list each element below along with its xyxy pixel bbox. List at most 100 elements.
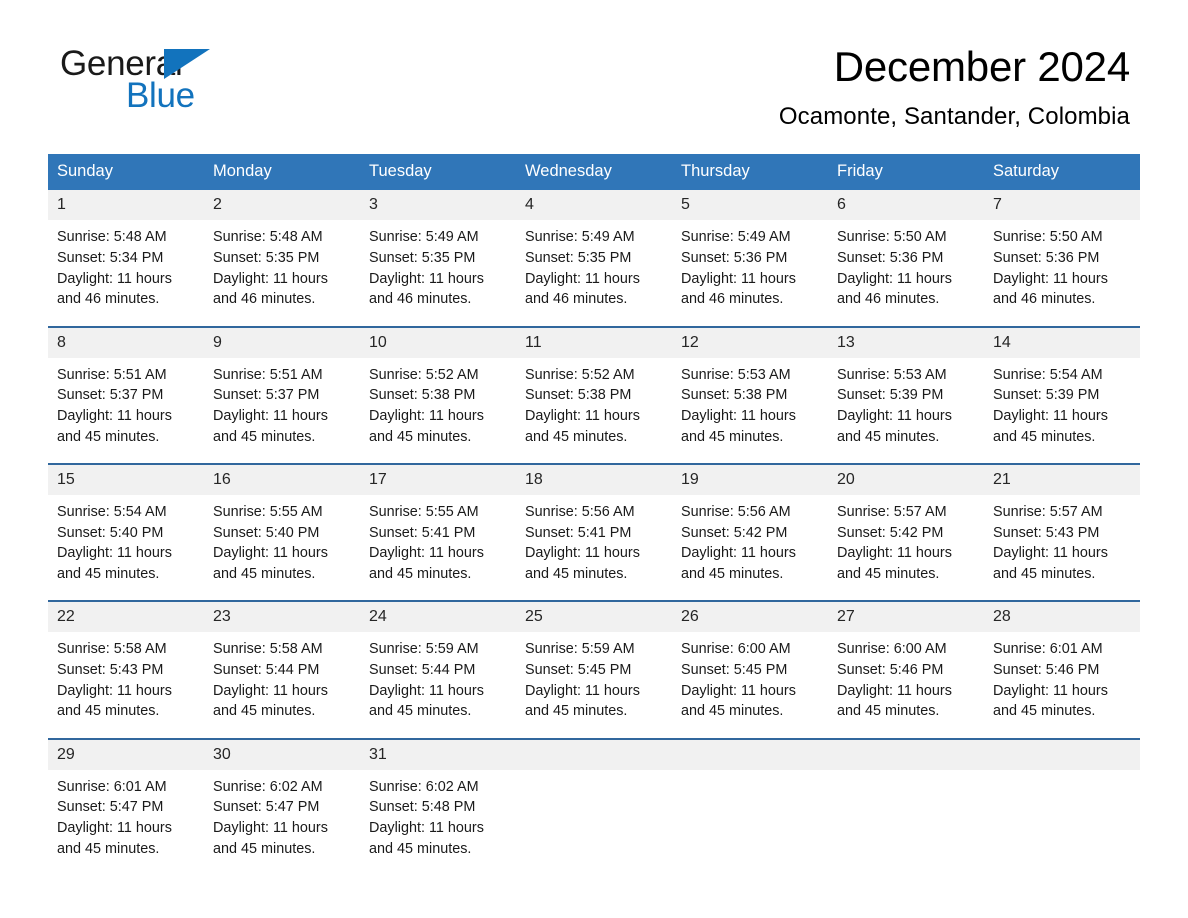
- calendar-day-cell[interactable]: 15 Sunrise: 5:54 AM Sunset: 5:40 PM Dayligh…: [48, 463, 204, 602]
- sunrise-text: Sunrise: 5:56 AM: [681, 504, 791, 521]
- day-sun-info: Sunrise: 5:52 AM Sunset: 5:38 PM Daylight:…: [516, 358, 672, 463]
- title-block: December 2024 Ocamonte, Santander, Colom…: [258, 44, 1130, 131]
- calendar-day-cell[interactable]: 29 Sunrise: 6:01 AM Sunset: 5:47 PM Dayligh…: [48, 737, 204, 876]
- calendar-day-cell[interactable]: 4 Sunrise: 5:49 AM Sunset: 5:35 PM Daylight…: [516, 190, 672, 326]
- sunrise-text: Sunrise: 6:00 AM: [681, 641, 791, 658]
- weekday-header-tuesday: Tuesday: [360, 154, 516, 191]
- day-sun-info: Sunrise: 5:57 AM Sunset: 5:43 PM Daylight:…: [984, 495, 1140, 600]
- day-number: 9: [204, 327, 360, 358]
- sunrise-text: Sunrise: 6:02 AM: [369, 778, 479, 795]
- calendar-day-cell[interactable]: 8 Sunrise: 5:51 AM Sunset: 5:37 PM Daylight…: [48, 325, 204, 465]
- sunset-text: Sunset: 5:34 PM: [57, 249, 164, 266]
- day-sun-info: Sunrise: 6:01 AM Sunset: 5:47 PM Daylight:…: [48, 770, 204, 875]
- calendar-day-cell[interactable]: 21 Sunrise: 5:57 AM Sunset: 5:43 PM Dayligh…: [984, 463, 1140, 602]
- sunset-text: Sunset: 5:36 PM: [837, 249, 944, 266]
- calendar-day-cell[interactable]: 13 Sunrise: 5:53 AM Sunset: 5:39 PM Dayligh…: [828, 325, 984, 465]
- day-sun-info: Sunrise: 5:51 AM Sunset: 5:37 PM Daylight:…: [48, 358, 204, 463]
- day-number: 3: [360, 190, 516, 221]
- sunset-text: Sunset: 5:43 PM: [57, 662, 164, 679]
- calendar-day-cell-empty: [828, 737, 984, 876]
- sunset-text: Sunset: 5:39 PM: [993, 387, 1100, 404]
- weekday-header-friday: Friday: [828, 154, 984, 191]
- calendar-day-cell[interactable]: 19 Sunrise: 5:56 AM Sunset: 5:42 PM Dayligh…: [672, 463, 828, 602]
- calendar-day-cell[interactable]: 17 Sunrise: 5:55 AM Sunset: 5:41 PM Dayligh…: [360, 463, 516, 602]
- day-number: 10: [360, 327, 516, 358]
- day-number: 31: [360, 739, 516, 770]
- calendar-container: Sunday Monday Tuesday Wednesday Thursday Frid…: [48, 154, 1140, 876]
- day-sun-info: Sunrise: 5:59 AM Sunset: 5:45 PM Daylight:…: [516, 632, 672, 737]
- day-number: 17: [360, 465, 516, 496]
- calendar-day-cell[interactable]: 9 Sunrise: 5:51 AM Sunset: 5:37 PM Daylight…: [204, 325, 360, 465]
- calendar-day-cell[interactable]: 22 Sunrise: 5:58 AM Sunset: 5:43 PM Dayligh…: [48, 600, 204, 739]
- day-number: [672, 739, 828, 770]
- sunrise-text: Sunrise: 5:56 AM: [525, 504, 635, 521]
- daylight-text: Daylight: 11 hours and 45 minutes.: [993, 407, 1108, 445]
- sunset-text: Sunset: 5:44 PM: [369, 662, 476, 679]
- daylight-text: Daylight: 11 hours and 45 minutes.: [681, 407, 796, 445]
- day-number: 19: [672, 465, 828, 496]
- calendar-day-cell[interactable]: 16 Sunrise: 5:55 AM Sunset: 5:40 PM Dayligh…: [204, 463, 360, 602]
- weekday-header-sunday: Sunday: [48, 154, 204, 191]
- sunset-text: Sunset: 5:39 PM: [837, 387, 944, 404]
- calendar-day-cell[interactable]: 3 Sunrise: 5:49 AM Sunset: 5:35 PM Daylight…: [360, 190, 516, 326]
- sunrise-text: Sunrise: 5:57 AM: [993, 504, 1103, 521]
- day-sun-info: Sunrise: 5:49 AM Sunset: 5:35 PM Daylight:…: [360, 220, 516, 325]
- daylight-text: Daylight: 11 hours and 45 minutes.: [57, 820, 172, 857]
- calendar-day-cell[interactable]: 11 Sunrise: 5:52 AM Sunset: 5:38 PM Dayligh…: [516, 325, 672, 465]
- calendar-day-cell[interactable]: 26 Sunrise: 6:00 AM Sunset: 5:45 PM Dayligh…: [672, 600, 828, 739]
- calendar-day-cell[interactable]: 18 Sunrise: 5:56 AM Sunset: 5:41 PM Dayligh…: [516, 463, 672, 602]
- calendar-day-cell[interactable]: 20 Sunrise: 5:57 AM Sunset: 5:42 PM Dayligh…: [828, 463, 984, 602]
- calendar-day-cell[interactable]: 31 Sunrise: 6:02 AM Sunset: 5:48 PM Dayligh…: [360, 737, 516, 876]
- calendar-day-cell[interactable]: 14 Sunrise: 5:54 AM Sunset: 5:39 PM Dayligh…: [984, 325, 1140, 465]
- day-number: 14: [984, 327, 1140, 358]
- calendar-day-cell[interactable]: 2 Sunrise: 5:48 AM Sunset: 5:35 PM Daylight…: [204, 190, 360, 326]
- day-sun-info: Sunrise: 5:53 AM Sunset: 5:38 PM Daylight:…: [672, 358, 828, 463]
- day-sun-info: Sunrise: 5:56 AM Sunset: 5:41 PM Daylight:…: [516, 495, 672, 600]
- calendar-week-row: 22 Sunrise: 5:58 AM Sunset: 5:43 PM Dayligh…: [48, 600, 1140, 739]
- day-number: 22: [48, 602, 204, 633]
- generalblue-logo: General Blue: [58, 44, 258, 116]
- day-sun-info: Sunrise: 6:00 AM Sunset: 5:45 PM Daylight:…: [672, 632, 828, 737]
- daylight-text: Daylight: 11 hours and 46 minutes.: [681, 270, 796, 308]
- sunset-text: Sunset: 5:42 PM: [681, 524, 788, 541]
- daylight-text: Daylight: 11 hours and 45 minutes.: [57, 407, 172, 445]
- sunset-text: Sunset: 5:35 PM: [525, 249, 632, 266]
- daylight-text: Daylight: 11 hours and 45 minutes.: [837, 407, 952, 445]
- daylight-text: Daylight: 11 hours and 45 minutes.: [681, 545, 796, 582]
- daylight-text: Daylight: 11 hours and 45 minutes.: [993, 682, 1108, 720]
- calendar-day-cell[interactable]: 6 Sunrise: 5:50 AM Sunset: 5:36 PM Daylight…: [828, 190, 984, 326]
- weekday-header-monday: Monday: [204, 154, 360, 191]
- daylight-text: Daylight: 11 hours and 45 minutes.: [213, 682, 328, 720]
- calendar-day-cell[interactable]: 24 Sunrise: 5:59 AM Sunset: 5:44 PM Dayligh…: [360, 600, 516, 739]
- calendar-day-cell[interactable]: 27 Sunrise: 6:00 AM Sunset: 5:46 PM Dayligh…: [828, 600, 984, 739]
- day-number: 11: [516, 327, 672, 358]
- sunrise-text: Sunrise: 5:58 AM: [213, 641, 323, 658]
- sunset-text: Sunset: 5:47 PM: [213, 799, 320, 816]
- calendar-day-cell[interactable]: 28 Sunrise: 6:01 AM Sunset: 5:46 PM Dayligh…: [984, 600, 1140, 739]
- day-sun-info: Sunrise: 6:02 AM Sunset: 5:48 PM Daylight:…: [360, 770, 516, 875]
- daylight-text: Daylight: 11 hours and 46 minutes.: [369, 270, 484, 308]
- day-sun-info: Sunrise: 5:48 AM Sunset: 5:34 PM Daylight:…: [48, 220, 204, 325]
- daylight-text: Daylight: 11 hours and 45 minutes.: [525, 682, 640, 720]
- day-sun-info: Sunrise: 5:49 AM Sunset: 5:36 PM Daylight:…: [672, 220, 828, 325]
- sunset-text: Sunset: 5:42 PM: [837, 524, 944, 541]
- calendar-day-cell[interactable]: 25 Sunrise: 5:59 AM Sunset: 5:45 PM Dayligh…: [516, 600, 672, 739]
- sunset-text: Sunset: 5:35 PM: [213, 249, 320, 266]
- sunset-text: Sunset: 5:41 PM: [369, 524, 476, 541]
- daylight-text: Daylight: 11 hours and 45 minutes.: [57, 682, 172, 720]
- calendar-day-cell[interactable]: 7 Sunrise: 5:50 AM Sunset: 5:36 PM Daylight…: [984, 190, 1140, 326]
- sunset-text: Sunset: 5:36 PM: [681, 249, 788, 266]
- calendar-day-cell[interactable]: 1 Sunrise: 5:48 AM Sunset: 5:34 PM Daylight…: [48, 190, 204, 326]
- day-number: 20: [828, 465, 984, 496]
- day-sun-info: Sunrise: 5:50 AM Sunset: 5:36 PM Daylight:…: [984, 220, 1140, 325]
- sunrise-text: Sunrise: 5:48 AM: [57, 229, 167, 246]
- day-number: 8: [48, 327, 204, 358]
- sunset-text: Sunset: 5:48 PM: [369, 799, 476, 816]
- calendar-day-cell[interactable]: 5 Sunrise: 5:49 AM Sunset: 5:36 PM Daylight…: [672, 190, 828, 326]
- calendar-day-cell[interactable]: 12 Sunrise: 5:53 AM Sunset: 5:38 PM Dayligh…: [672, 325, 828, 465]
- day-number: 26: [672, 602, 828, 633]
- calendar-day-cell[interactable]: 30 Sunrise: 6:02 AM Sunset: 5:47 PM Dayligh…: [204, 737, 360, 876]
- calendar-day-cell[interactable]: 10 Sunrise: 5:52 AM Sunset: 5:38 PM Dayligh…: [360, 325, 516, 465]
- day-number: 23: [204, 602, 360, 633]
- calendar-day-cell[interactable]: 23 Sunrise: 5:58 AM Sunset: 5:44 PM Dayligh…: [204, 600, 360, 739]
